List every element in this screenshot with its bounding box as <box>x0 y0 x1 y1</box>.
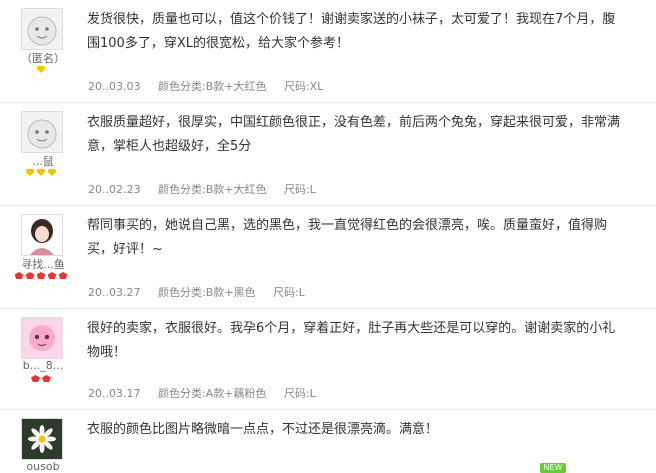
review-text: 很好的卖家，衣服很好。我孕6个月，穿着正好，肚子再大些还是可以穿的。谢谢卖家的小… <box>87 321 616 360</box>
review-meta: 20..03.17 颜色分类:A款+藕粉色 尺码:L <box>88 385 330 401</box>
diamond-icon <box>47 169 57 176</box>
buyer-rank-badge <box>0 375 82 385</box>
size-option: 尺码:L <box>283 387 316 400</box>
review-item: （匿名） 发货很快，质量也可以，值这个价钱了！谢谢卖家送的小袜子，太可爱了！我现… <box>0 0 656 103</box>
avatar[interactable] <box>21 111 63 153</box>
diamond-icon <box>36 169 46 176</box>
buyer-rank-badge <box>0 272 82 282</box>
heart-icon <box>25 272 35 279</box>
review-item: ...鼠 衣服质量超好，很厚实，中国红颜色很正，没有色差，前后两个兔兔，穿起来很… <box>0 103 656 206</box>
buyer-rank-badge <box>0 169 82 179</box>
review-date: 20..03.17 <box>88 387 141 400</box>
review-item: 寻找...鱼 帮同事买的，她说自己黑，选的黑色，我一直觉得红色的会很漂亮，唉。质… <box>0 206 656 309</box>
heart-icon <box>42 375 51 382</box>
diamond-icon <box>36 66 46 73</box>
color-option: 颜色分类:A款+藕粉色 <box>157 387 267 400</box>
review-date: 20..03.27 <box>88 286 141 299</box>
avatar[interactable] <box>21 214 63 256</box>
heart-icon <box>58 272 68 279</box>
heart-icon <box>31 375 40 382</box>
review-meta: 20..03.03 颜色分类:B款+大红色 尺码:XL <box>88 78 337 94</box>
reviewer-name: ...鼠 <box>32 155 54 168</box>
reviewer-name: b..._8... <box>22 359 64 372</box>
buyer-rank-badge <box>0 66 82 76</box>
color-option: 颜色分类:B款+大红色 <box>157 183 267 196</box>
review-text: 衣服的颜色比图片略微暗一点点，不过还是很漂亮滴。满意！ <box>87 422 439 437</box>
review-date: 20..03.03 <box>88 80 141 93</box>
review-meta: 20..03.27 颜色分类:B款+黑色 尺码:L <box>88 284 319 300</box>
heart-icon <box>36 272 46 279</box>
review-text: 发货很快，质量也可以，值这个价钱了！谢谢卖家送的小袜子，太可爱了！我现在7个月，… <box>87 12 616 51</box>
diamond-icon <box>25 169 35 176</box>
review-item: b..._8... 很好的卖家，衣服很好。我孕6个月，穿着正好，肚子再大些还是可… <box>0 309 656 410</box>
heart-icon <box>14 272 24 279</box>
reviewer-name: ousob <box>26 460 60 473</box>
review-meta: 20..02.23 颜色分类:B款+大红色 尺码:L <box>88 181 330 197</box>
color-option: 颜色分类:B款+黑色 <box>157 286 256 299</box>
reviewer-name: （匿名） <box>21 52 65 65</box>
review-text: 衣服质量超好，很厚实，中国红颜色很正，没有色差，前后两个兔兔，穿起来很可爱，非常… <box>87 115 621 154</box>
reviewer-name: 寻找...鱼 <box>21 258 65 271</box>
size-option: 尺码:XL <box>283 80 324 93</box>
avatar[interactable] <box>21 317 63 359</box>
size-option: 尺码:L <box>283 183 316 196</box>
heart-icon <box>47 272 57 279</box>
size-option: 尺码:L <box>272 286 305 299</box>
avatar[interactable] <box>21 8 63 50</box>
review-text: 帮同事买的，她说自己黑，选的黑色，我一直觉得红色的会很漂亮，唉。质量蛮好，值得购… <box>87 218 608 257</box>
color-option: 颜色分类:B款+大红色 <box>157 80 267 93</box>
review-date: 20..02.23 <box>88 183 141 196</box>
avatar[interactable] <box>21 418 63 460</box>
